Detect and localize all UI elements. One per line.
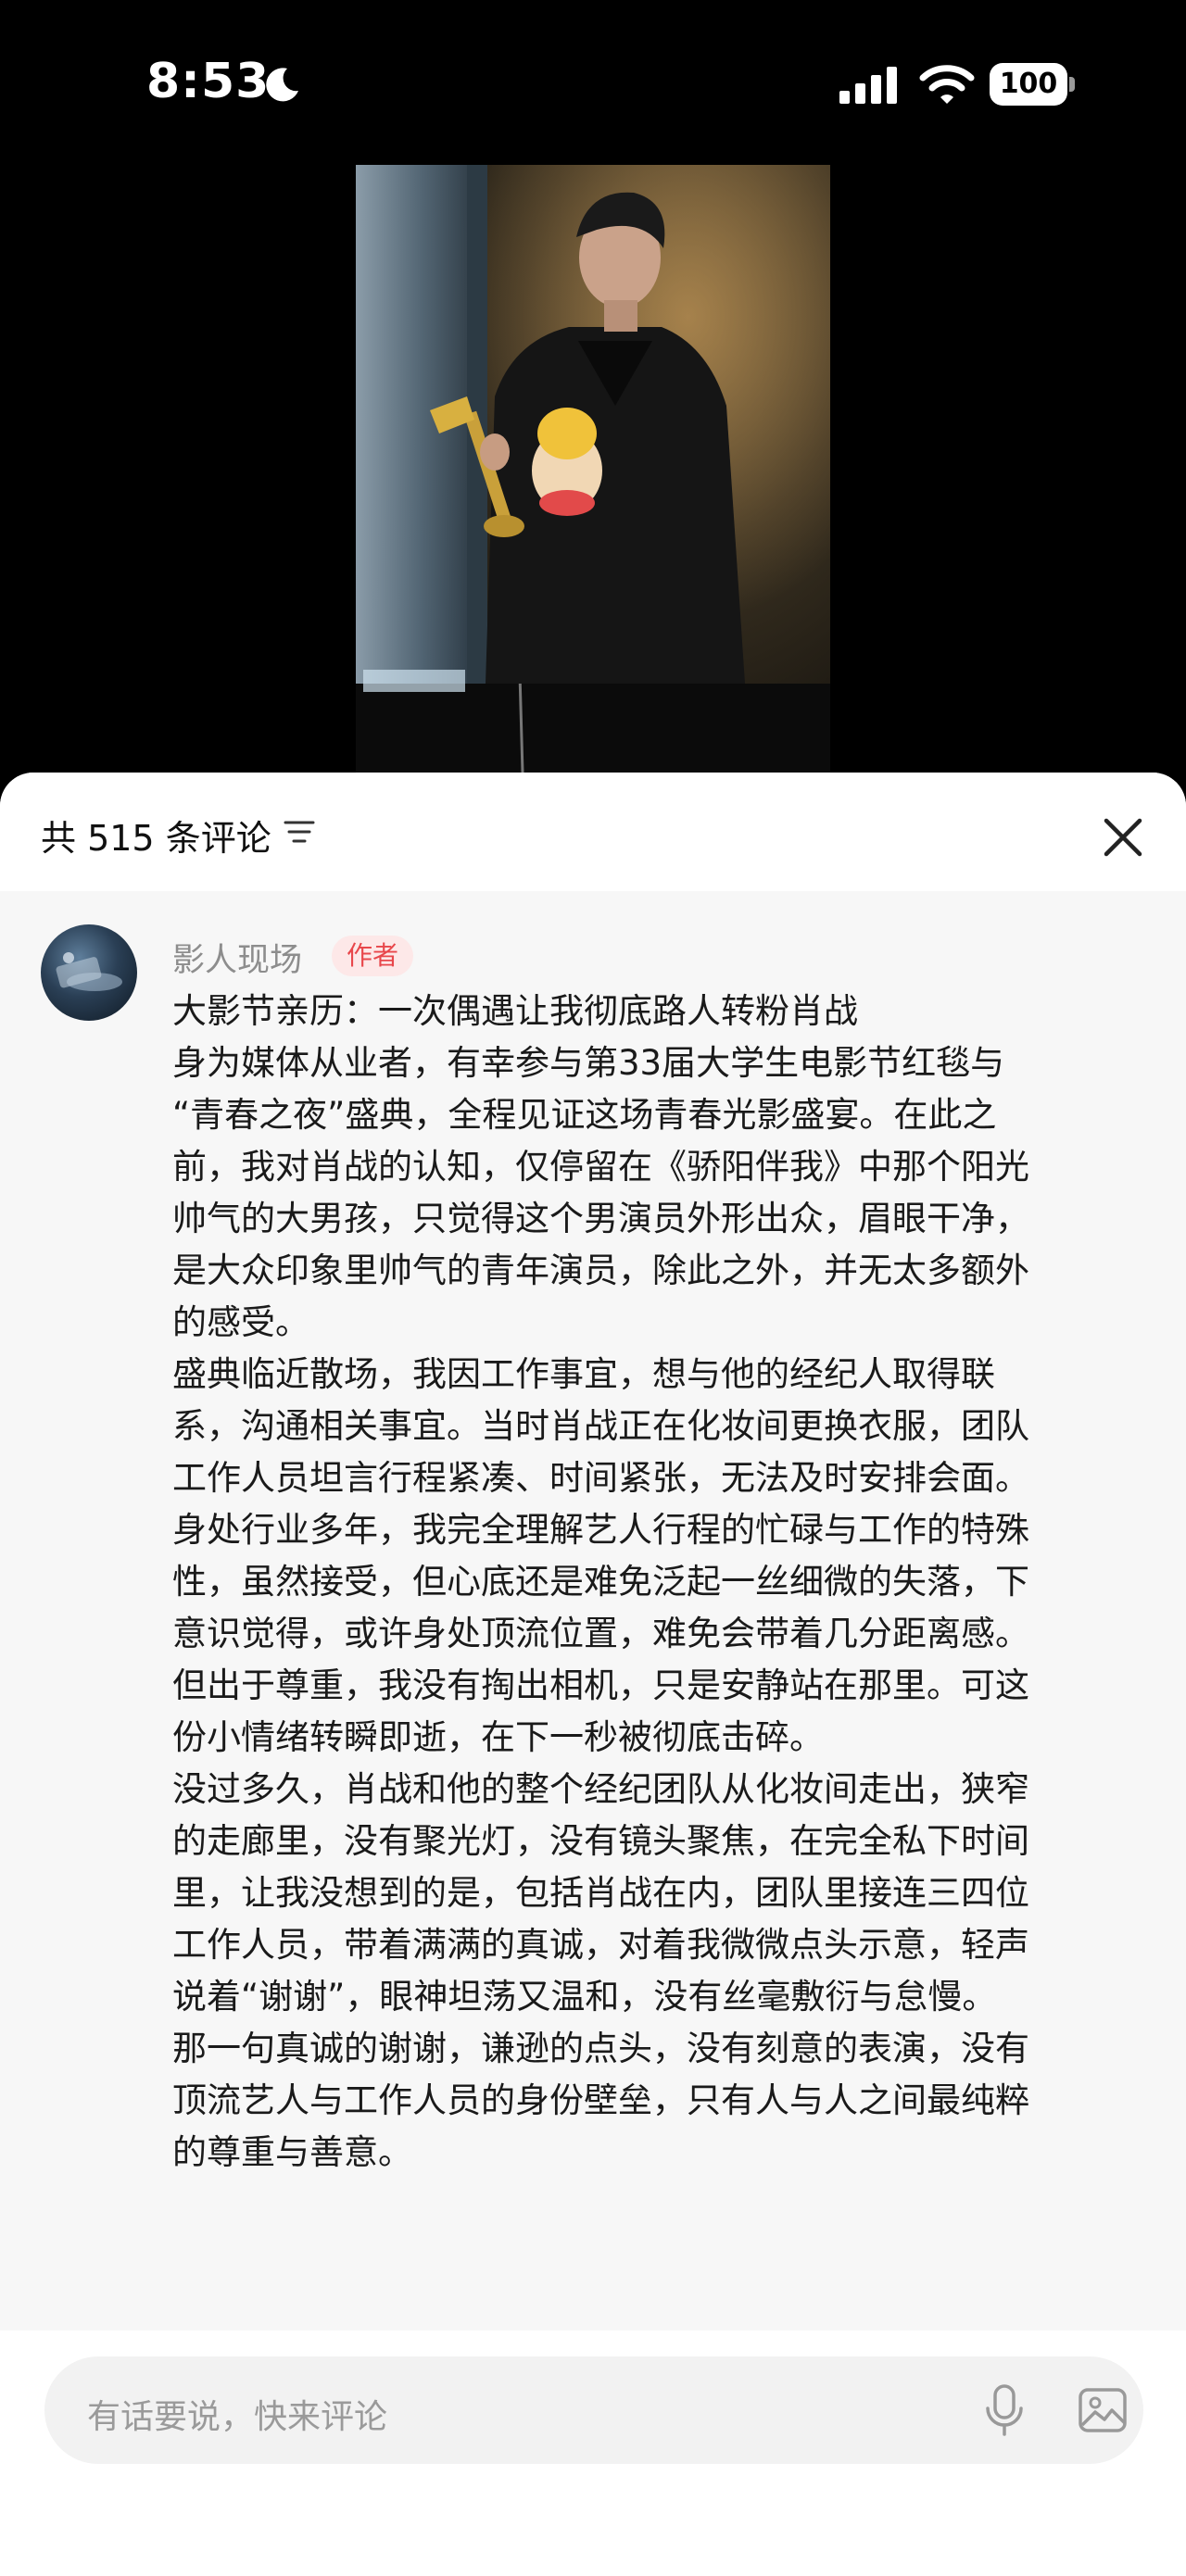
video-frame-image <box>356 165 830 773</box>
comment-line: 里，让我没想到的是，包括肖战在内，团队里接连三四位 <box>172 1873 1029 1913</box>
comment-line: 身为媒体从业者，有幸参与第33届大学生电影节红毯与 <box>172 1043 1005 1083</box>
comment-line: 盛典临近散场，我因工作事宜，想与他的经纪人取得联 <box>172 1354 995 1394</box>
status-bar: 8:53 100 <box>0 0 1186 167</box>
comment-line: 身处行业多年，我完全理解艺人行程的忙碌与工作的特殊 <box>172 1510 1029 1550</box>
comment-line: 说着“谢谢”，眼神坦荡又温和，没有丝毫敷衍与怠慢。 <box>172 1977 997 2017</box>
comment-line: 但出于尊重，我没有掏出相机，只是安静站在那里。可这 <box>172 1665 1029 1705</box>
comment-line: “青春之夜”盛典，全程见证这场青春光影盛宴。在此之 <box>172 1095 997 1135</box>
close-icon[interactable] <box>1097 811 1149 863</box>
comment-line: 系，沟通相关事宜。当时肖战正在化妆间更换衣服，团队 <box>172 1406 1029 1446</box>
comment-line: 工作人员坦言行程紧凑、时间紧张，无法及时安排会面。 <box>172 1458 1029 1498</box>
video-player[interactable] <box>356 165 830 773</box>
avatar[interactable] <box>41 924 137 1021</box>
battery-level: 100 <box>999 68 1058 100</box>
author-badge: 作者 <box>332 936 414 976</box>
moon-icon <box>266 68 298 102</box>
comment-line: 是大众印象里帅气的青年演员，除此之外，并无太多额外 <box>172 1250 1029 1290</box>
comment-body: 大影节亲历：一次偶遇让我彻底路人转粉肖战 身为媒体从业者，有幸参与第33届大学生… <box>172 986 1117 2179</box>
comment-line: 的走廊里，没有聚光灯，没有镜头聚焦，在完全私下时间 <box>172 1821 1029 1861</box>
input-placeholder: 有话要说，快来评论 <box>87 2398 388 2436</box>
comment-line: 没过多久，肖战和他的整个经纪团队从化妆间走出，狭窄 <box>172 1769 1029 1809</box>
status-time: 8:53 <box>146 54 271 109</box>
comment-line: 性，虽然接受，但心底还是难免泛起一丝细微的失落，下 <box>172 1562 1029 1602</box>
comment-input-bar: 有话要说，快来评论 <box>0 2331 1186 2576</box>
comment-line: 意识觉得，或许身处顶流位置，难免会带着几分距离感。 <box>172 1614 1029 1653</box>
comment-input[interactable]: 有话要说，快来评论 <box>44 2356 1143 2464</box>
cellular-signal-icon <box>839 67 897 104</box>
battery-icon: 100 <box>990 63 1075 106</box>
comment-line: 的感受。 <box>172 1302 309 1342</box>
comments-panel: 共 515 条评论 影人现场 作者 大影节亲历：一次偶遇让我彻底路人转粉肖战 身… <box>0 773 1186 2576</box>
comment-line: 的尊重与善意。 <box>172 2132 412 2172</box>
image-icon[interactable] <box>1077 2384 1129 2436</box>
comment-username[interactable]: 影人现场 <box>172 934 302 981</box>
comment-line: 前，我对肖战的认知，仅停留在《骄阳伴我》中那个阳光 <box>172 1147 1029 1187</box>
comment-line: 那一句真诚的谢谢，谦逊的点头，没有刻意的表演，没有 <box>172 2029 1029 2068</box>
comment-line: 工作人员，带着满满的真诚，对着我微微点头示意，轻声 <box>172 1925 1029 1965</box>
comment-line: 份小情绪转瞬即逝，在下一秒被彻底击碎。 <box>172 1717 824 1757</box>
comment-count: 共 515 条评论 <box>41 818 271 859</box>
microphone-icon[interactable] <box>980 2382 1028 2438</box>
comment-line: 帅气的大男孩，只觉得这个男演员外形出众，眉眼干净， <box>172 1199 1029 1238</box>
wifi-icon <box>919 65 975 104</box>
comment-line: 大影节亲历：一次偶遇让我彻底路人转粉肖战 <box>172 991 858 1031</box>
comment-line: 顶流艺人与工作人员的身份壁垒，只有人与人之间最纯粹 <box>172 2080 1029 2120</box>
comments-header: 共 515 条评论 <box>0 773 1186 891</box>
filter-icon[interactable] <box>284 817 315 848</box>
